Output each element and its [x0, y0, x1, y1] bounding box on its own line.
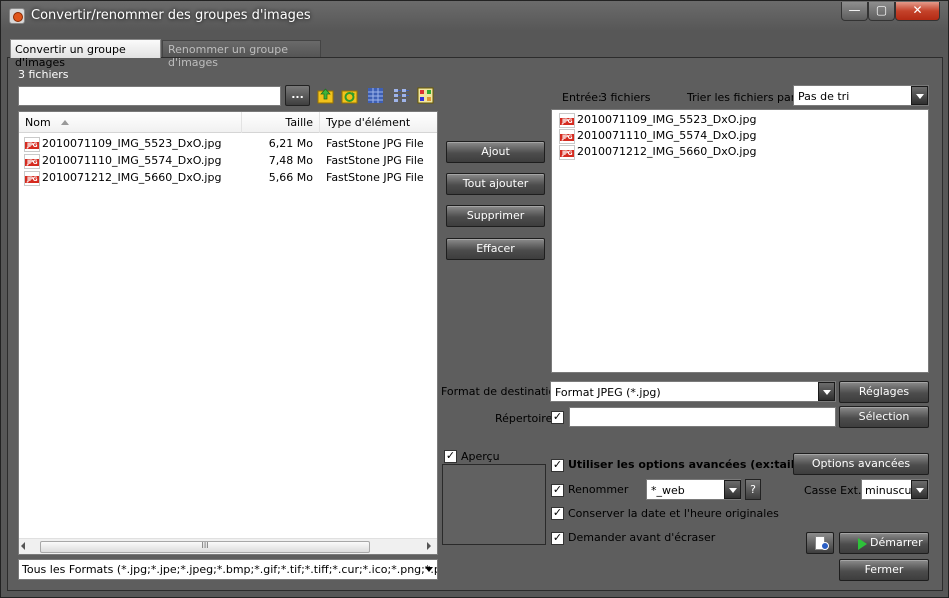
details-view-icon[interactable]	[367, 87, 384, 104]
sort-select[interactable]: Pas de tri	[793, 85, 929, 106]
settings-button[interactable]: Réglages	[839, 381, 929, 403]
ask-overwrite-checkbox[interactable]: ✓	[551, 532, 564, 545]
play-icon	[858, 538, 867, 550]
scroll-right-arrow-icon[interactable]	[427, 542, 431, 550]
advanced-options-button[interactable]: Options avancées	[793, 453, 929, 475]
list-item[interactable]: JPG 2010071110_IMG_5574_DxO.jpg	[556, 128, 926, 144]
file-type: FastStone JPG File	[326, 137, 424, 150]
rename-help-button[interactable]: ?	[745, 479, 761, 500]
extension-case-label: Casse Ext.:	[804, 484, 866, 497]
keep-date-label: Conserver la date et l'heure originales	[568, 507, 779, 520]
file-size: 7,48 Mo	[268, 154, 313, 167]
source-path-input[interactable]	[18, 86, 281, 106]
up-folder-icon[interactable]	[317, 87, 334, 104]
input-file-count: 3 fichiers	[600, 91, 651, 104]
extension-case-dropdown-button[interactable]	[911, 480, 928, 499]
sort-dropdown-button[interactable]	[911, 86, 928, 105]
minimize-button[interactable]: —	[841, 2, 868, 21]
destination-format-select[interactable]: Format JPEG (*.jpg)	[550, 381, 836, 402]
jpg-file-icon: JPG	[559, 145, 575, 160]
blue-dot-icon	[821, 542, 829, 550]
table-row[interactable]: JPG 2010071110_IMG_5574_DxO.jpg 7,48 Mo …	[19, 153, 437, 170]
destination-format-dropdown-button[interactable]	[818, 382, 835, 401]
format-filter-select[interactable]: Tous les Formats (*.jpg;*.jpe;*.jpeg;*.b…	[18, 559, 438, 580]
jpg-file-icon: JPG	[24, 171, 40, 186]
file-size: 6,21 Mo	[268, 137, 313, 150]
close-button[interactable]: Fermer	[839, 559, 929, 581]
jpg-file-icon: JPG	[559, 129, 575, 144]
refresh-icon[interactable]	[341, 87, 358, 104]
file-list-header: Nom Taille Type d'élément	[19, 112, 437, 133]
browse-folder-button[interactable]: ...	[285, 85, 310, 106]
select-directory-button[interactable]: Sélection	[839, 406, 929, 428]
file-name: 2010071212_IMG_5660_DxO.jpg	[577, 145, 757, 158]
column-header-type[interactable]: Type d'élément	[319, 112, 437, 133]
column-header-size[interactable]: Taille	[241, 112, 319, 133]
preview-checkbox[interactable]: ✓	[444, 450, 457, 463]
file-name: 2010071109_IMG_5523_DxO.jpg	[577, 113, 757, 126]
list-item[interactable]: JPG 2010071212_IMG_5660_DxO.jpg	[556, 144, 926, 160]
table-row[interactable]: JPG 2010071212_IMG_5660_DxO.jpg 5,66 Mo …	[19, 170, 437, 187]
add-button[interactable]: Ajout	[446, 141, 545, 163]
scroll-left-arrow-icon[interactable]	[21, 542, 25, 550]
chevron-down-icon[interactable]	[425, 567, 433, 572]
thumbnail-view-icon[interactable]	[417, 87, 434, 104]
add-all-button[interactable]: Tout ajouter	[446, 173, 545, 195]
sort-label: Trier les fichiers par:	[687, 91, 799, 104]
start-button-label: Démarrer	[870, 536, 923, 549]
jpg-file-icon: JPG	[559, 113, 575, 128]
preview-label: Aperçu	[461, 450, 500, 463]
list-item[interactable]: JPG 2010071109_IMG_5523_DxO.jpg	[556, 112, 926, 128]
output-options-button[interactable]	[806, 532, 834, 554]
file-type: FastStone JPG File	[326, 171, 424, 184]
jpg-file-icon: JPG	[24, 137, 40, 152]
directory-label: Répertoire:	[495, 412, 557, 425]
remove-button[interactable]: Supprimer	[446, 205, 545, 227]
keep-date-checkbox[interactable]: ✓	[551, 507, 564, 520]
jpg-file-icon: JPG	[24, 154, 40, 169]
tab-rename-group[interactable]: Renommer un groupe d'images	[162, 40, 321, 69]
input-label: Entrée:	[562, 91, 602, 104]
ask-overwrite-label: Demander avant d'écraser	[568, 531, 716, 544]
sort-ascending-icon	[61, 120, 69, 125]
app-icon	[9, 8, 25, 24]
rename-pattern-dropdown-button[interactable]	[724, 480, 741, 499]
advanced-options-checkbox[interactable]: ✓	[551, 459, 564, 472]
horizontal-scrollbar[interactable]: III	[19, 538, 437, 554]
tab-convert-group[interactable]: Convertir un groupe d'images	[10, 39, 161, 69]
clear-button[interactable]: Effacer	[446, 238, 545, 260]
source-file-count: 3 fichiers	[18, 68, 69, 81]
advanced-options-label: Utiliser les options avancées (ex:taille…	[568, 458, 824, 471]
file-name: 2010071212_IMG_5660_DxO.jpg	[42, 171, 222, 184]
scrollbar-thumb[interactable]: III	[40, 541, 370, 553]
maximize-button[interactable]: ▢	[868, 2, 895, 21]
file-size: 5,66 Mo	[268, 171, 313, 184]
file-name: 2010071109_IMG_5523_DxO.jpg	[42, 137, 222, 150]
destination-format-label: Format de destination:	[441, 385, 566, 398]
rename-label: Renommer	[568, 483, 629, 496]
preview-area	[442, 464, 546, 545]
dialog-window: Convertir/renommer des groupes d'images …	[0, 0, 949, 598]
file-name: 2010071110_IMG_5574_DxO.jpg	[577, 129, 757, 142]
title-bar[interactable]: Convertir/renommer des groupes d'images …	[1, 1, 948, 31]
close-window-button[interactable]: ✕	[895, 2, 940, 21]
column-header-name[interactable]: Nom	[25, 112, 240, 133]
list-view-icon[interactable]	[393, 87, 410, 104]
file-type: FastStone JPG File	[326, 154, 424, 167]
source-file-list[interactable]: Nom Taille Type d'élément JPG 2010071109…	[18, 111, 438, 555]
directory-input[interactable]	[569, 407, 836, 427]
rename-checkbox[interactable]: ✓	[551, 484, 564, 497]
input-file-list[interactable]: JPG 2010071109_IMG_5523_DxO.jpg JPG 2010…	[551, 109, 929, 373]
window-title: Convertir/renommer des groupes d'images	[31, 8, 311, 23]
file-name: 2010071110_IMG_5574_DxO.jpg	[42, 154, 222, 167]
table-row[interactable]: JPG 2010071109_IMG_5523_DxO.jpg 6,21 Mo …	[19, 136, 437, 153]
start-button[interactable]: Démarrer	[839, 532, 929, 554]
directory-checkbox[interactable]: ✓	[551, 411, 564, 424]
